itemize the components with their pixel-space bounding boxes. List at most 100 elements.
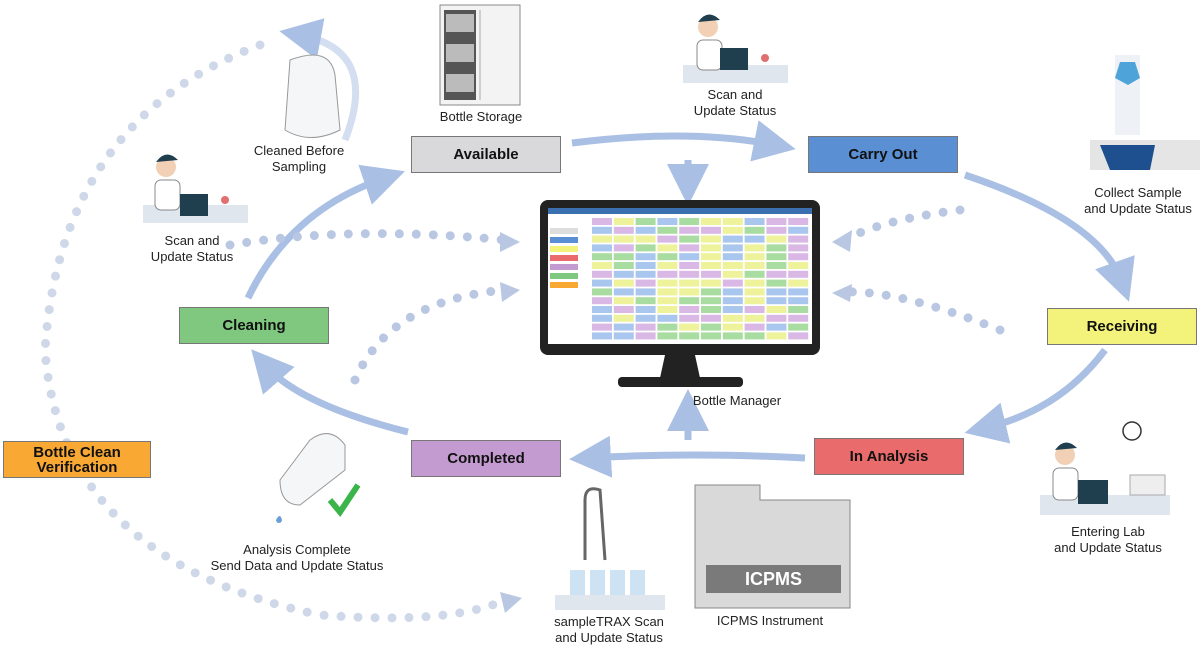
- screen-cell: [788, 323, 809, 331]
- screen-cell: [744, 279, 765, 287]
- screen-cell: [657, 323, 678, 331]
- screen-cell: [788, 235, 809, 243]
- screen-cell: [613, 306, 634, 313]
- screen-cell: [657, 218, 678, 225]
- caption-icpms-instrument: ICPMS Instrument: [716, 613, 824, 628]
- screen-cell: [744, 262, 765, 269]
- stage-label: Available: [453, 146, 519, 163]
- screen-cell: [657, 314, 678, 322]
- screen-cell: [613, 297, 634, 305]
- screen-cell: [701, 288, 721, 296]
- technician-scanning-icon-top: [683, 14, 788, 83]
- technician-scanning-icon-left: [143, 154, 248, 223]
- caption-collect-sample: Collect Sample and Update Status: [1084, 185, 1192, 216]
- screen-cell: [788, 253, 809, 261]
- bottle-storage-cabinet-icon: [439, 4, 521, 106]
- screen-cell: [701, 226, 721, 234]
- screen-cell: [613, 314, 634, 322]
- arrow-receiving-to-inanalysis: [964, 347, 1108, 444]
- screen-cell: [679, 270, 700, 278]
- screen-cell: [592, 297, 612, 305]
- screen-cell: [679, 235, 700, 243]
- screen-cell: [788, 314, 809, 322]
- screen-cell: [635, 314, 656, 322]
- screen-cell: [550, 264, 578, 270]
- screen-cell: [744, 288, 765, 296]
- screen-cell: [635, 235, 656, 243]
- caption-analysis-complete: Analysis Complete Send Data and Update St…: [210, 542, 384, 573]
- screen-cell: [592, 332, 612, 340]
- screen-cell: [722, 332, 743, 340]
- screen-cell: [722, 306, 743, 313]
- screen-cell: [679, 262, 700, 269]
- screen-cell: [613, 244, 634, 252]
- screen-cell: [657, 270, 678, 278]
- screen-cell: [788, 279, 809, 287]
- stage-label: Carry Out: [848, 146, 918, 163]
- stage-label: In Analysis: [849, 448, 929, 465]
- checkmark-icon: [327, 483, 361, 518]
- screen-cell: [722, 218, 743, 225]
- screen-cell: [701, 332, 721, 340]
- screen-cell: [766, 288, 787, 296]
- stage-label-line1: Bottle Clean: [33, 443, 121, 461]
- screen-cell: [766, 279, 787, 287]
- screen-cell: [788, 262, 809, 269]
- screen-cell: [701, 314, 721, 322]
- screen-cell: [592, 244, 612, 252]
- screen-cell: [788, 332, 809, 340]
- screen-cell: [679, 306, 700, 313]
- arrow-inanalysis-to-completed: [569, 435, 806, 478]
- screen-cell: [722, 288, 743, 296]
- screen-cell: [679, 288, 700, 296]
- screen-cell: [679, 297, 700, 305]
- screen-cell: [657, 288, 678, 296]
- sampletrax-autosampler-icon: [555, 487, 665, 610]
- screen-cell: [722, 323, 743, 331]
- screen-cell: [635, 279, 656, 287]
- screen-cell: [701, 323, 721, 331]
- screen-cell: [657, 332, 678, 340]
- screen-cell: [744, 297, 765, 305]
- screen-cell: [592, 306, 612, 313]
- screen-cell: [550, 228, 578, 234]
- screen-cell: [550, 273, 578, 279]
- sample-collection-icon: [1090, 55, 1200, 170]
- screen-cell: [744, 306, 765, 313]
- screen-cell: [701, 270, 721, 278]
- bottle-lifecycle-diagram: Available Carry Out Receiving In Analysi…: [0, 0, 1200, 656]
- screen-cell: [657, 253, 678, 261]
- caption-scan-top: Scan and Update Status: [693, 87, 777, 118]
- caption-scan-left: Scan and Update Status: [150, 233, 234, 264]
- screen-cell: [550, 246, 578, 252]
- screen-cell: [613, 270, 634, 278]
- screen-cell: [701, 253, 721, 261]
- technician-entering-lab-icon: [1040, 421, 1170, 515]
- screen-cell: [701, 306, 721, 313]
- screen-cell: [766, 306, 787, 313]
- screen-cell: [722, 314, 743, 322]
- bottle-manager-monitor: [540, 200, 820, 387]
- screen-cell: [613, 253, 634, 261]
- screen-cell: [766, 314, 787, 322]
- screen-cell: [635, 226, 656, 234]
- screen-cell: [722, 262, 743, 269]
- screen-cell: [679, 226, 700, 234]
- screen-cell: [722, 235, 743, 243]
- screen-cell: [635, 270, 656, 278]
- screen-cell: [679, 314, 700, 322]
- screen-cell: [744, 226, 765, 234]
- screen-cell: [701, 235, 721, 243]
- screen-cell: [788, 288, 809, 296]
- screen-cell: [592, 279, 612, 287]
- screen-cell: [550, 255, 578, 261]
- clock-icon: [1122, 421, 1142, 441]
- screen-cell: [744, 323, 765, 331]
- screen-cell: [744, 244, 765, 252]
- screen-cell: [592, 235, 612, 243]
- screen-cell: [635, 244, 656, 252]
- screen-cell: [766, 226, 787, 234]
- screen-cell: [744, 218, 765, 225]
- screen-cell: [744, 235, 765, 243]
- caption-sampletrax: sampleTRAX Scan and Update Status: [554, 614, 664, 645]
